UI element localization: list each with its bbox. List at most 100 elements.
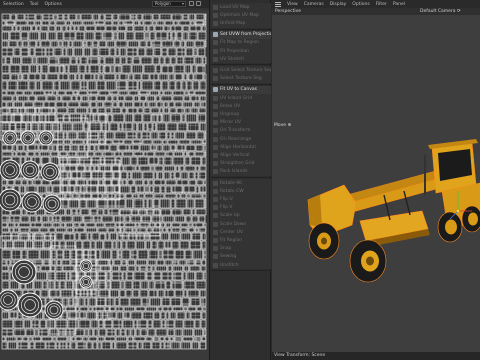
uv-shell xyxy=(110,64,115,74)
uv-shell xyxy=(6,259,11,266)
uv-shell xyxy=(129,297,142,307)
uv-shell xyxy=(97,341,102,350)
motor-grader-model[interactable] xyxy=(307,139,480,283)
vp-menu-cameras[interactable]: Cameras xyxy=(304,2,324,7)
uv-shell xyxy=(28,336,33,342)
uv-shell xyxy=(154,165,164,172)
tool-item[interactable]: Sewing xyxy=(211,253,271,261)
uv-shell xyxy=(148,101,157,108)
vp-menu-panel[interactable]: Panel xyxy=(393,2,405,7)
uv-shell xyxy=(119,265,128,272)
tool-item[interactable]: Flip V xyxy=(211,204,271,212)
uv-shell xyxy=(168,101,175,108)
uv-shell xyxy=(180,40,186,48)
tool-item[interactable]: Rotate CW xyxy=(211,187,271,195)
uv-frame-icon[interactable] xyxy=(189,1,194,6)
uv-shell xyxy=(1,80,8,91)
uv-shell xyxy=(117,25,127,32)
uv-menu-selection[interactable]: Selection xyxy=(3,2,24,7)
menu-icon[interactable] xyxy=(275,1,281,7)
uv-mode-select[interactable]: Polygon xyxy=(152,1,186,7)
vp-menu-display[interactable]: Display xyxy=(330,2,347,7)
uv-shell xyxy=(90,240,96,250)
uv-menu-options[interactable]: Options xyxy=(45,2,62,7)
tool-item[interactable]: Ungroup xyxy=(211,110,271,118)
tool-item[interactable]: Grid Select Texture Seg xyxy=(211,66,271,74)
uv-menu-tool[interactable]: Tool xyxy=(30,2,39,7)
tool-item[interactable]: Set UVW from Projection xyxy=(211,30,271,39)
vp-menu-options[interactable]: Options xyxy=(352,2,369,7)
tool-item[interactable]: Straighten Grid xyxy=(211,160,271,168)
uv-grid-icon[interactable] xyxy=(196,1,201,6)
tool-item[interactable]: Pack Islands xyxy=(211,168,271,176)
vp-menu-view[interactable]: View xyxy=(287,2,298,7)
tool-item[interactable]: Load UV Map xyxy=(211,3,271,11)
uv-shell xyxy=(188,31,198,41)
uv-shell xyxy=(111,271,123,281)
uv-canvas[interactable] xyxy=(0,10,209,360)
tool-label: Flip V xyxy=(220,205,233,211)
tool-item[interactable]: Mirror UV xyxy=(211,119,271,127)
tool-item[interactable]: Relax UV xyxy=(211,102,271,110)
uv-shell xyxy=(179,240,190,250)
uv-shell xyxy=(114,297,120,307)
uv-shell xyxy=(111,265,120,272)
tool-icon xyxy=(213,180,218,186)
uv-shell xyxy=(103,73,116,81)
uv-shell xyxy=(91,107,98,114)
tool-label: Rotate CW xyxy=(220,188,244,194)
uv-shell xyxy=(141,131,151,140)
uv-shell xyxy=(93,215,102,223)
uv-shell xyxy=(79,232,88,241)
viewport-camera-name[interactable]: Default Camera ⟳ xyxy=(420,9,461,14)
uv-shell xyxy=(20,25,32,32)
uv-shell xyxy=(150,165,155,172)
uv-shell xyxy=(82,215,94,223)
tool-item[interactable]: Select Texture Seg xyxy=(211,75,271,83)
viewport-view-name[interactable]: Perspective xyxy=(275,9,301,14)
tool-item[interactable]: Fit Region xyxy=(211,236,271,244)
uv-shell xyxy=(36,56,49,65)
uv-shell xyxy=(184,156,191,166)
tool-item[interactable]: Ori Transform xyxy=(211,127,271,135)
uv-shell xyxy=(168,80,176,91)
tool-item[interactable]: Fit Projection xyxy=(211,47,271,55)
uv-shell xyxy=(31,25,37,32)
uv-shell xyxy=(79,311,87,320)
tool-item[interactable]: Rotate 90 xyxy=(211,179,271,187)
uv-shell xyxy=(200,297,207,307)
tool-item[interactable]: Snap xyxy=(211,245,271,253)
uv-shell xyxy=(148,25,155,32)
uv-shell xyxy=(143,107,151,114)
uv-shell xyxy=(133,336,146,342)
uv-shell xyxy=(13,47,21,57)
tool-item[interactable]: Unstitch xyxy=(211,261,271,269)
viewport-canvas[interactable] xyxy=(272,15,480,353)
tool-item[interactable]: Ori Rearrange xyxy=(211,135,271,143)
tool-item[interactable]: Unfold Map xyxy=(211,19,271,27)
tool-item[interactable]: UV Island Grid xyxy=(211,94,271,102)
uv-shell xyxy=(111,107,122,114)
tool-item[interactable]: Fit Map to Region xyxy=(211,39,271,47)
uv-shell xyxy=(183,73,188,81)
uv-shell xyxy=(89,64,100,74)
tool-item[interactable]: Align Vertical xyxy=(211,151,271,159)
tool-item[interactable]: Scale Up xyxy=(211,212,271,220)
uv-shell xyxy=(161,271,173,281)
tool-item[interactable]: Scale Down xyxy=(211,220,271,228)
tool-item[interactable]: Center UV xyxy=(211,228,271,236)
uv-shell xyxy=(183,265,190,272)
uv-shell xyxy=(144,193,154,199)
tool-item[interactable]: Fit UV to Canvas xyxy=(211,85,271,94)
tool-icon xyxy=(213,95,218,101)
vp-menu-filter[interactable]: Filter xyxy=(376,2,387,7)
tool-item[interactable]: Optimize UV Map xyxy=(211,11,271,19)
tool-item[interactable]: UV Stretch xyxy=(211,55,271,63)
uv-shell xyxy=(94,144,99,152)
tool-item[interactable]: Align Horizontal xyxy=(211,143,271,151)
uv-shell xyxy=(88,95,97,102)
uv-shell xyxy=(163,156,173,166)
uv-shell xyxy=(29,341,35,350)
tool-item[interactable]: Flip U xyxy=(211,195,271,203)
uv-shell xyxy=(7,80,18,91)
